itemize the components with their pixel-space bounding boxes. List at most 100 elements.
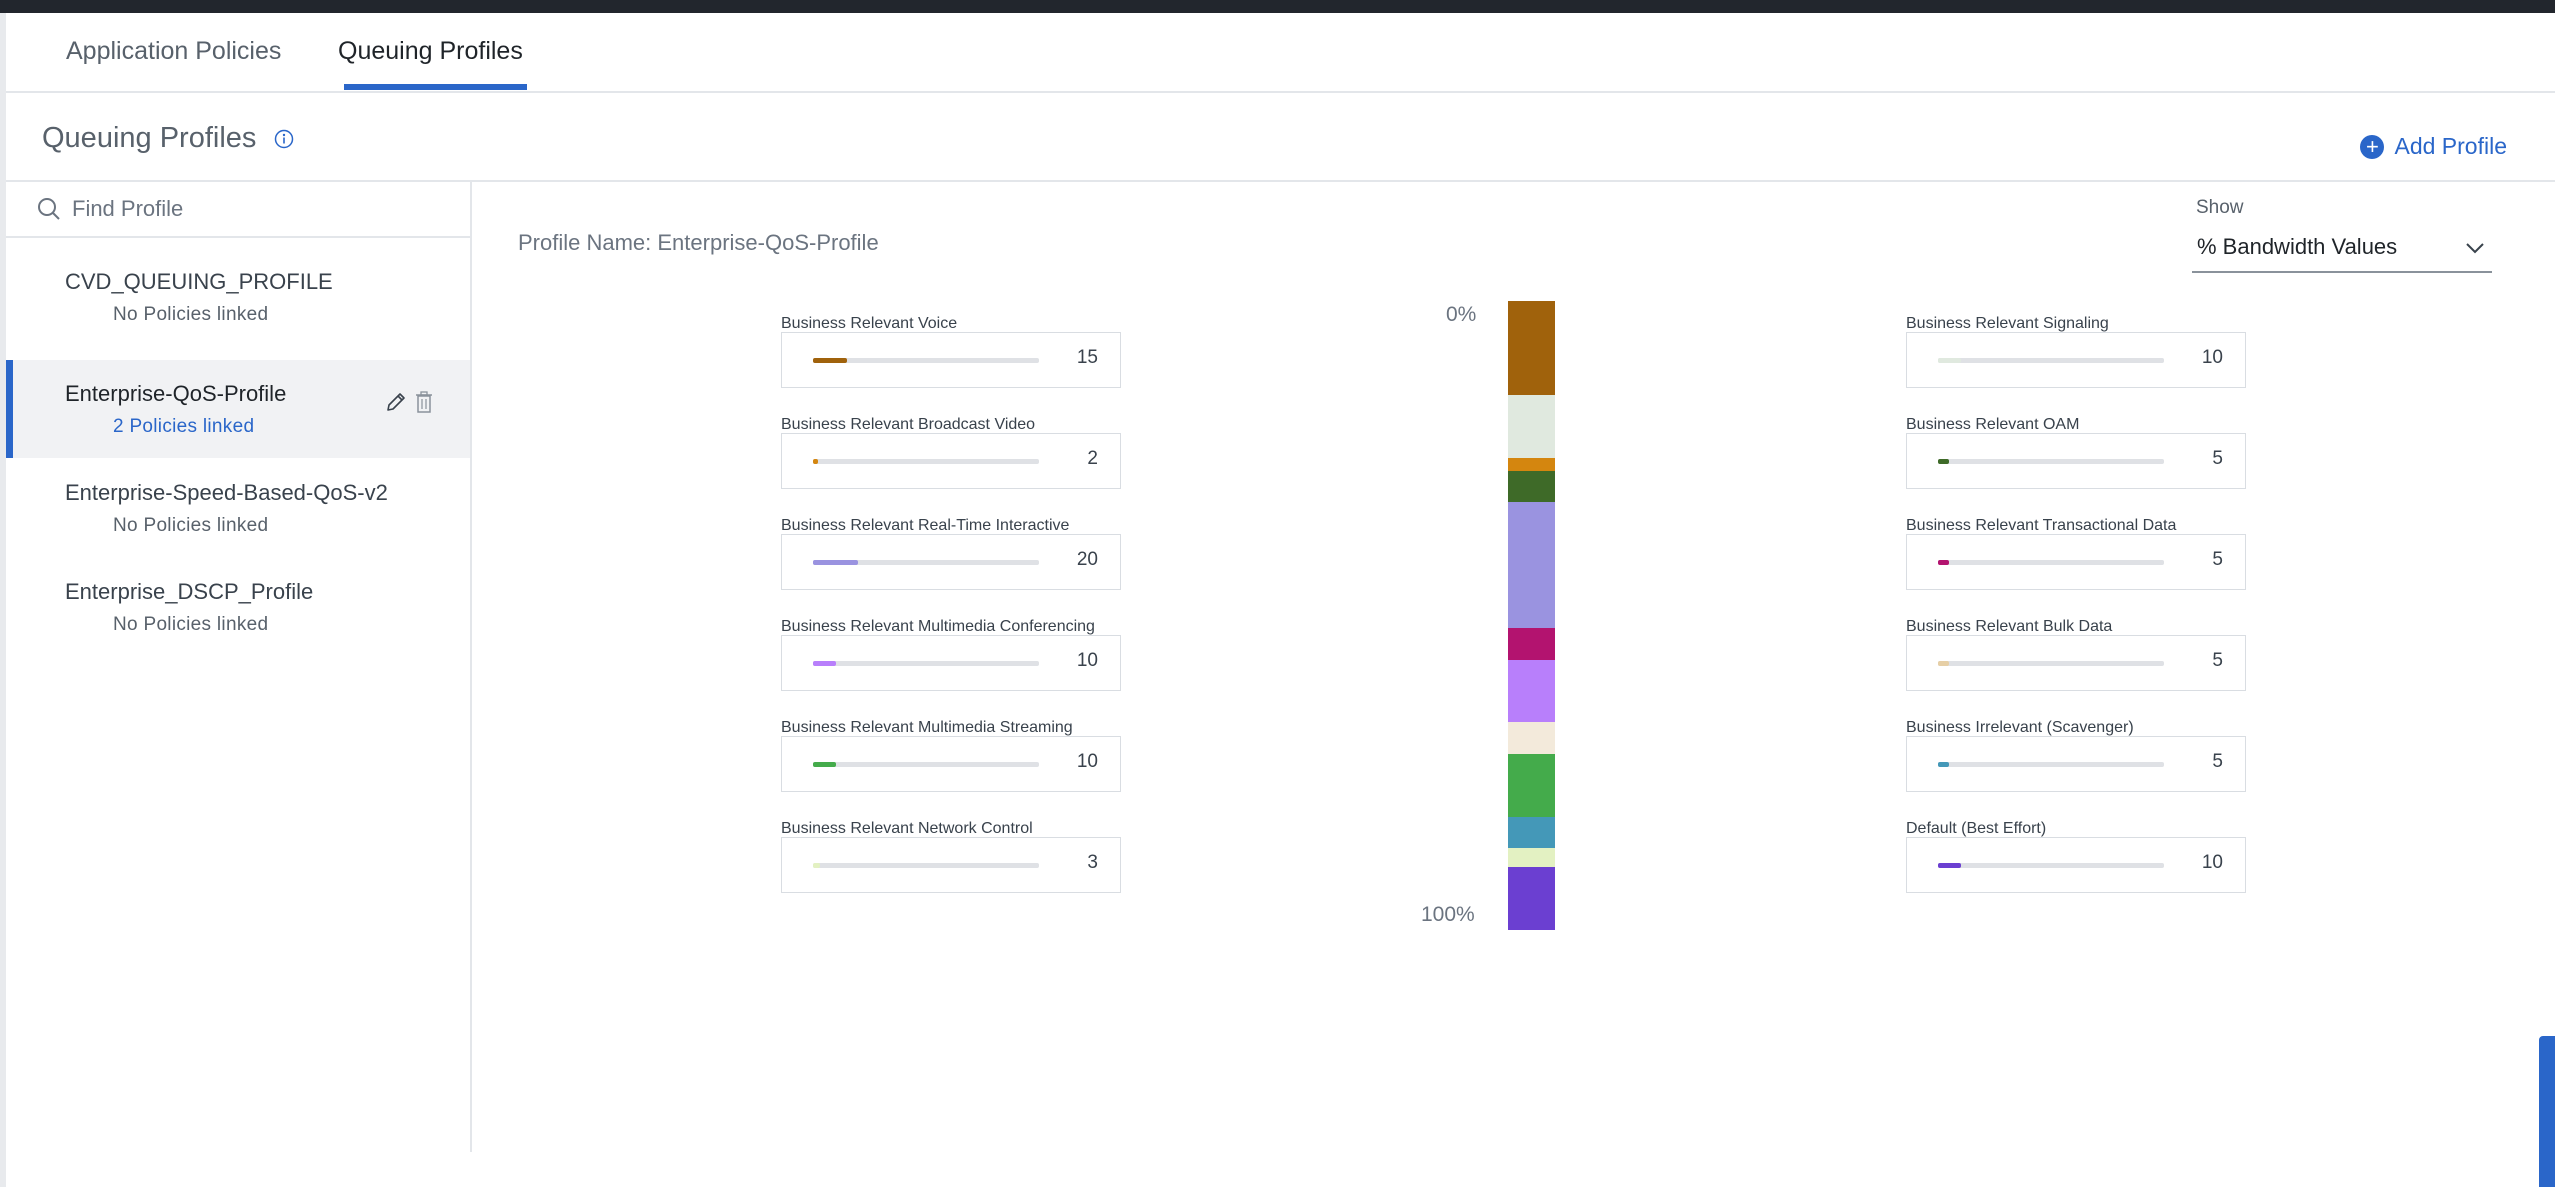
stack-top-label: 0% [1446, 303, 1477, 326]
bandwidth-value: 20 [1076, 549, 1098, 570]
tab-application-policies[interactable]: Application Policies [66, 37, 281, 66]
traffic-class-input[interactable]: 10 [781, 635, 1121, 691]
traffic-class-label: Business Relevant Multimedia Conferencin… [781, 618, 1095, 635]
traffic-class-input[interactable]: 20 [781, 534, 1121, 590]
traffic-class-label: Business Relevant Multimedia Streaming [781, 719, 1073, 736]
bandwidth-slider[interactable] [813, 560, 1039, 565]
scrollbar-thumb[interactable] [2539, 1036, 2555, 1187]
bandwidth-value: 10 [1076, 751, 1098, 772]
slider-fill [813, 459, 818, 464]
slider-fill [813, 358, 847, 363]
slider-fill [813, 762, 836, 767]
show-label: Show [2196, 197, 2244, 218]
stack-segment [1508, 659, 1555, 723]
bandwidth-value: 3 [1087, 852, 1098, 873]
stack-segment [1508, 301, 1555, 396]
bandwidth-slider[interactable] [813, 459, 1039, 464]
stack-segment [1508, 470, 1555, 503]
bandwidth-slider[interactable] [813, 762, 1039, 767]
show-dropdown[interactable]: % Bandwidth Values [2192, 225, 2492, 273]
stack-segment [1508, 867, 1555, 930]
slider-fill [813, 863, 820, 868]
bandwidth-value: 10 [2201, 852, 2223, 873]
profile-item-cvd-queuing-profile[interactable]: CVD_QUEUING_PROFILE No Policies linked [6, 248, 470, 346]
stack-segment [1508, 753, 1555, 817]
slider-fill [1938, 863, 1961, 868]
stack-segment [1508, 395, 1555, 459]
traffic-class-label: Business Relevant Signaling [1906, 315, 2109, 332]
bandwidth-slider[interactable] [813, 358, 1039, 363]
traffic-class-input[interactable]: 5 [1906, 534, 2246, 590]
add-profile-label: Add Profile [2394, 133, 2507, 159]
traffic-class-label: Business Relevant Real-Time Interactive [781, 517, 1070, 534]
traffic-class-input[interactable]: 5 [1906, 635, 2246, 691]
profile-status: No Policies linked [113, 515, 269, 536]
traffic-class-label: Business Relevant Voice [781, 315, 958, 332]
active-tab-indicator [344, 84, 527, 90]
traffic-class-input[interactable]: 15 [781, 332, 1121, 388]
profile-item-enterprise-qos-profile[interactable]: Enterprise-QoS-Profile 2 Policies linked [6, 360, 470, 458]
slider-fill [813, 661, 836, 666]
tab-bar: Application Policies Queuing Profiles [6, 13, 2555, 93]
page-title: Queuing Profiles [42, 122, 257, 154]
traffic-class-label: Business Relevant Transactional Data [1906, 517, 2177, 534]
profile-item-enterprise-speed-based-qos-v2[interactable]: Enterprise-Speed-Based-QoS-v2 No Policie… [6, 459, 470, 557]
traffic-class-input[interactable]: 2 [781, 433, 1121, 489]
bandwidth-value: 15 [1076, 347, 1098, 368]
slider-fill [1938, 762, 1950, 767]
slider-fill [1938, 661, 1950, 666]
traffic-class-input[interactable]: 10 [1906, 837, 2246, 893]
page-header: Queuing Profiles + Add Profile [6, 93, 2555, 182]
bandwidth-slider[interactable] [813, 661, 1039, 666]
bandwidth-slider[interactable] [813, 863, 1039, 868]
search-icon [38, 198, 60, 220]
slider-fill [1938, 560, 1950, 565]
traffic-class-label: Business Relevant Broadcast Video [781, 416, 1036, 433]
chevron-down-icon [2466, 243, 2484, 254]
linked-policies-link[interactable]: 2 Policies linked [113, 416, 254, 438]
bandwidth-slider[interactable] [1938, 661, 2164, 666]
bandwidth-slider[interactable] [1938, 560, 2164, 565]
tab-queuing-profiles[interactable]: Queuing Profiles [338, 37, 523, 66]
add-profile-button[interactable]: + Add Profile [2360, 133, 2507, 160]
edit-icon[interactable] [384, 390, 408, 414]
stack-segment [1508, 628, 1555, 660]
traffic-class-input[interactable]: 5 [1906, 736, 2246, 792]
traffic-class-label: Default (Best Effort) [1906, 820, 2047, 837]
profile-item-enterprise-dscp-profile[interactable]: Enterprise_DSCP_Profile No Policies link… [6, 558, 470, 656]
stack-bottom-label: 100% [1421, 903, 1475, 926]
plus-icon: + [2360, 134, 2385, 159]
traffic-class-input[interactable]: 10 [1906, 332, 2246, 388]
profile-name-label: Profile Name: Enterprise-QoS-Profile [518, 230, 879, 255]
bandwidth-value: 5 [2212, 549, 2223, 570]
bandwidth-stack-bar [1508, 301, 1555, 930]
show-dropdown-value: % Bandwidth Values [2197, 234, 2398, 259]
profile-name: CVD_QUEUING_PROFILE [65, 269, 333, 294]
bandwidth-slider[interactable] [1938, 863, 2164, 868]
search-input[interactable] [70, 192, 454, 226]
traffic-class-label: Business Relevant OAM [1906, 416, 2080, 433]
traffic-class-input[interactable]: 3 [781, 837, 1121, 893]
bandwidth-slider[interactable] [1938, 762, 2164, 767]
profile-status: No Policies linked [113, 304, 269, 325]
profile-sidebar: CVD_QUEUING_PROFILE No Policies linked E… [6, 182, 472, 1152]
traffic-class-label: Business Relevant Bulk Data [1906, 618, 2113, 635]
traffic-class-input[interactable]: 5 [1906, 433, 2246, 489]
stack-segment [1508, 816, 1555, 849]
traffic-class-input[interactable]: 10 [781, 736, 1121, 792]
selection-indicator [6, 360, 13, 458]
stack-segment [1508, 848, 1555, 868]
top-bar [0, 0, 2555, 13]
bandwidth-slider[interactable] [1938, 358, 2164, 363]
bandwidth-slider[interactable] [1938, 459, 2164, 464]
bandwidth-value: 10 [1076, 650, 1098, 671]
trash-icon[interactable] [414, 390, 434, 414]
profile-name: Enterprise_DSCP_Profile [65, 579, 314, 604]
search-bar [6, 182, 470, 238]
bandwidth-value: 5 [2212, 650, 2223, 671]
slider-fill [813, 560, 859, 565]
bandwidth-value: 5 [2212, 751, 2223, 772]
info-icon[interactable] [274, 129, 294, 149]
bandwidth-value: 5 [2212, 448, 2223, 469]
traffic-class-label: Business Relevant Network Control [781, 820, 1033, 837]
